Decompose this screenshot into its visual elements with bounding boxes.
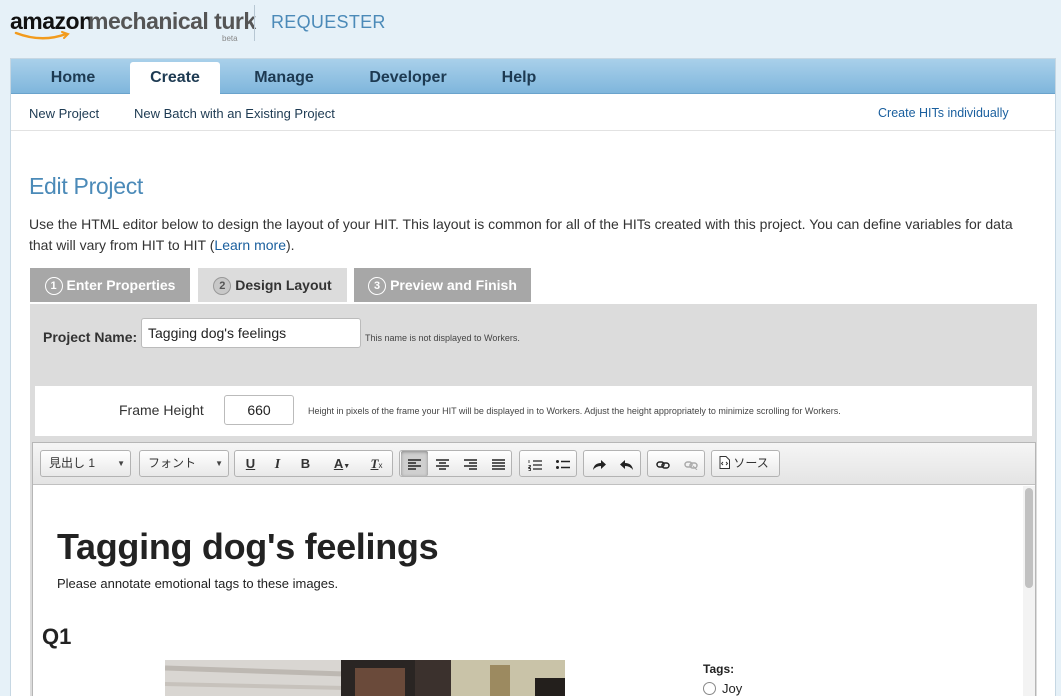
hit-description: Please annotate emotional tags to these … [57, 576, 339, 591]
numbered-list-icon [526, 459, 542, 471]
project-name-hint: This name is not displayed to Workers. [365, 333, 520, 343]
bold-button[interactable]: B [292, 451, 319, 476]
frame-height-label: Frame Height [119, 402, 204, 418]
chevron-down-icon: ▼ [215, 459, 223, 468]
undo-button[interactable] [613, 451, 640, 476]
dog-photo-image [165, 660, 565, 696]
intro-close: ). [286, 237, 295, 253]
requester-label: REQUESTER [271, 12, 386, 32]
bold-icon: B [300, 456, 311, 471]
step-enter-properties[interactable]: 1 Enter Properties [30, 268, 190, 302]
tab-developer[interactable]: Developer [356, 62, 460, 94]
sub-nav: New Project New Batch with an Existing P… [11, 95, 1055, 131]
top-header: amazon mechanical turk beta REQUESTER [0, 0, 1061, 58]
align-justify-icon [492, 459, 505, 470]
underline-button[interactable]: U [237, 451, 264, 476]
redo-icon [592, 459, 606, 470]
design-form: Project Name: This name is not displayed… [30, 304, 1037, 696]
clear-x-icon: x [378, 461, 383, 470]
align-group [399, 450, 512, 477]
frame-height-input[interactable] [224, 395, 294, 425]
align-right-button[interactable] [457, 451, 484, 476]
tag-option-label: Joy [722, 681, 743, 696]
tags-label: Tags: [703, 662, 735, 676]
align-left-button[interactable] [401, 451, 428, 476]
source-button[interactable]: ソース [713, 451, 778, 476]
main-nav: Home Create Manage Developer Help [11, 59, 1055, 95]
step-number: 3 [368, 277, 387, 295]
editor-content[interactable]: Tagging dog's feelings Please annotate e… [33, 486, 1023, 696]
history-group [583, 450, 641, 477]
step-label: Enter Properties [66, 277, 176, 293]
italic-button[interactable]: I [264, 451, 291, 476]
insert-link-button[interactable] [649, 451, 676, 476]
editor-scrollbar[interactable] [1023, 486, 1035, 696]
step-label: Preview and Finish [390, 277, 517, 293]
align-center-button[interactable] [429, 451, 456, 476]
new-batch-link[interactable]: New Batch with an Existing Project [134, 106, 335, 121]
bullet-list-button[interactable] [549, 451, 576, 476]
project-name-label: Project Name: [43, 329, 138, 345]
unlink-icon [683, 460, 698, 470]
new-project-link[interactable]: New Project [29, 106, 99, 121]
logo-mturk-text: mechanical turk [88, 8, 256, 34]
align-justify-button[interactable] [485, 451, 512, 476]
learn-more-link[interactable]: Learn more [214, 237, 286, 253]
chevron-down-icon: ▼ [343, 463, 351, 470]
page-title: Edit Project [29, 173, 144, 199]
align-left-icon [408, 459, 421, 470]
step-label: Design Layout [235, 277, 332, 293]
step-preview-finish[interactable]: 3 Preview and Finish [354, 268, 531, 302]
font-combo-value: フォント [148, 456, 197, 470]
header-divider [254, 5, 255, 41]
step-number: 1 [44, 277, 63, 295]
font-combo[interactable]: フォント ▼ [139, 450, 229, 477]
question-heading: Q1 [42, 624, 72, 649]
intro-body: Use the HTML editor below to design the … [29, 216, 1013, 253]
text-color-icon: A [333, 456, 344, 471]
source-label: ソース [733, 456, 769, 470]
step-design-layout[interactable]: 2 Design Layout [198, 268, 347, 302]
tag-option-joy[interactable]: Joy [703, 681, 742, 696]
text-color-button[interactable]: A▼ [327, 451, 357, 476]
tab-create[interactable]: Create [130, 62, 220, 95]
italic-icon: I [274, 457, 281, 472]
format-combo[interactable]: 見出し 1 ▼ [40, 450, 131, 477]
tab-manage[interactable]: Manage [237, 62, 331, 94]
radio-button[interactable] [703, 682, 716, 695]
link-icon [655, 460, 670, 469]
text-style-group: U I B A▼ Tx [234, 450, 393, 477]
hit-title: Tagging dog's feelings [57, 526, 439, 567]
bullet-list-icon [555, 459, 570, 469]
align-center-icon [436, 459, 449, 470]
logo-beta-label: beta [222, 34, 238, 43]
chevron-down-icon: ▼ [117, 459, 125, 468]
underline-icon: U [245, 456, 256, 471]
source-group: ソース [711, 450, 780, 477]
tab-home[interactable]: Home [29, 62, 117, 94]
undo-icon [619, 459, 633, 470]
main-panel: Home Create Manage Developer Help New Pr… [10, 58, 1056, 696]
create-hits-individually-link[interactable]: Create HITs individually [878, 106, 1009, 120]
format-combo-value: 見出し 1 [49, 456, 96, 470]
unlink-button[interactable] [677, 451, 704, 476]
intro-text: Use the HTML editor below to design the … [29, 214, 1029, 256]
frame-height-hint: Height in pixels of the frame your HIT w… [308, 406, 841, 416]
source-doc-icon [719, 456, 730, 469]
editor-toolbar: 見出し 1 ▼ フォント ▼ U I B A▼ Tx ソース [33, 443, 1035, 485]
align-right-icon [464, 459, 477, 470]
redo-button[interactable] [585, 451, 612, 476]
dog-photo [165, 660, 565, 696]
frame-height-row: Frame Height Height in pixels of the fra… [35, 386, 1032, 436]
clear-format-button[interactable]: Tx [363, 451, 390, 476]
scrollbar-thumb[interactable] [1025, 488, 1033, 588]
numbered-list-button[interactable] [521, 451, 548, 476]
list-group [519, 450, 577, 477]
link-group [647, 450, 705, 477]
html-editor: 見出し 1 ▼ フォント ▼ U I B A▼ Tx ソース Tagging d… [32, 442, 1036, 696]
tab-help[interactable]: Help [487, 62, 551, 94]
amazon-smile-icon [14, 31, 70, 40]
step-number: 2 [213, 277, 232, 295]
project-name-input[interactable] [141, 318, 361, 348]
